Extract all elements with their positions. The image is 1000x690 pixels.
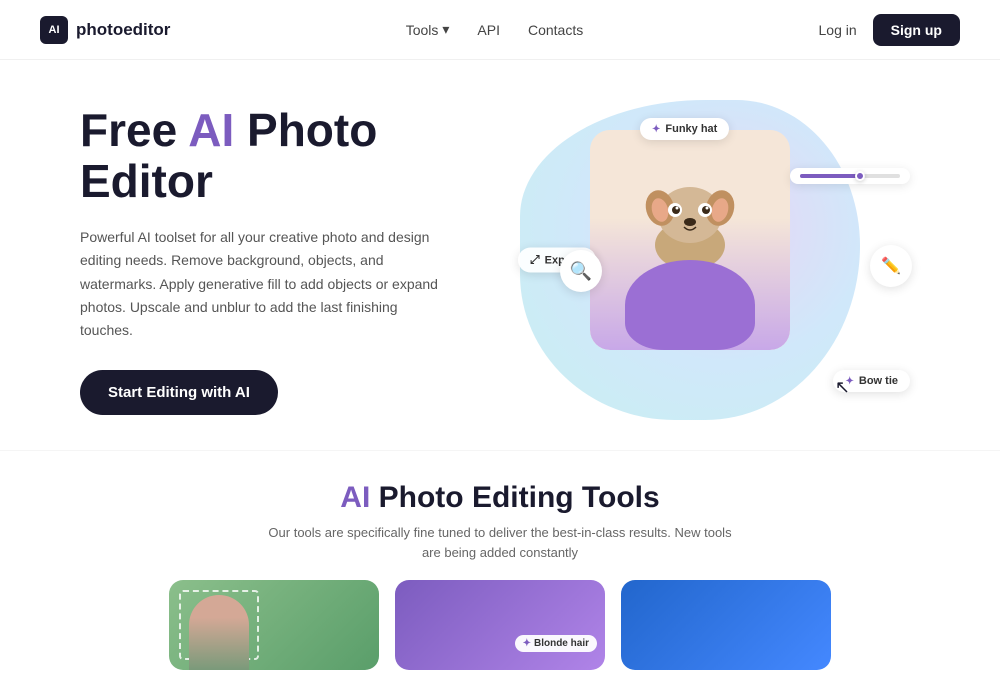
navbar: AI photoeditor Tools ▾ API Contacts Log … [0,0,1000,60]
edit-icon-circle: ✏️ [870,245,912,287]
tool-card-background-remove[interactable] [169,580,379,670]
sparkle-icon: ✦ [652,124,660,135]
cursor-icon: ↖ [835,377,850,398]
hero-description: Powerful AI toolset for all your creativ… [80,226,450,341]
logo[interactable]: AI photoeditor [40,16,170,44]
sparkle-icon-3: ✦ [523,638,531,649]
tools-title: AI Photo Editing Tools [40,481,960,515]
hero-illustration: ✦ Funky hat ⤢ Expand ✦ Bow tie 🔍 ✏️ [500,100,920,420]
nav-contacts-link[interactable]: Contacts [528,22,583,38]
hero-title: Free AI Photo Editor [80,105,500,206]
pencil-icon: ✏️ [881,256,901,276]
tool-card-hair-color[interactable]: ✦ Blonde hair [395,580,605,670]
login-button[interactable]: Log in [819,22,857,38]
tools-section: AI Photo Editing Tools Our tools are spe… [0,450,1000,690]
tools-subtitle: Our tools are specifically fine tuned to… [40,523,960,562]
blonde-hair-chip: ✦ Blonde hair [515,635,597,652]
tool-card-background-replace[interactable] [621,580,831,670]
nav-api-link[interactable]: API [477,22,500,38]
hero-section: Free AI Photo Editor Powerful AI toolset… [0,60,1000,450]
person-illustration [189,595,249,670]
nav-auth: Log in Sign up [819,14,960,46]
signup-button[interactable]: Sign up [873,14,960,46]
logo-text: photoeditor [76,20,170,40]
tool-cards-preview: ✦ Blonde hair [40,580,960,670]
nav-links: Tools ▾ API Contacts [406,21,584,38]
chevron-down-icon: ▾ [442,21,449,38]
dog-face-illustration [635,160,745,270]
search-icon-circle: 🔍 [560,250,602,292]
search-icon: 🔍 [570,261,592,282]
logo-icon: AI [40,16,68,44]
funky-hat-chip: ✦ Funky hat [640,118,729,140]
pet-accessory-blob [625,260,755,350]
color-slider [790,168,910,184]
nav-tools-link[interactable]: Tools ▾ [406,21,450,38]
start-editing-button[interactable]: Start Editing with AI [80,370,278,415]
hero-content: Free AI Photo Editor Powerful AI toolset… [80,105,500,415]
dog-illustration-card [590,130,790,350]
expand-icon: ⤢ [530,253,540,268]
